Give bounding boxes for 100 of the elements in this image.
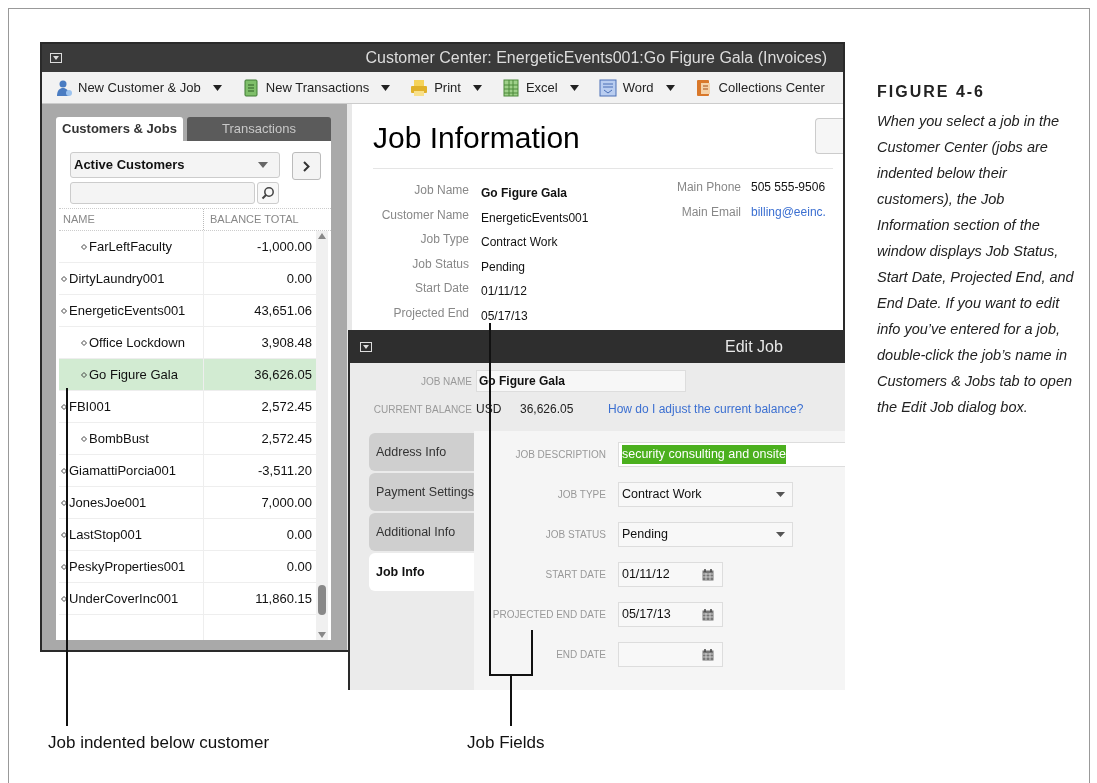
row-name: Go Figure Gala <box>89 365 178 384</box>
side-tab[interactable]: Payment Settings <box>369 473 474 511</box>
row-name: Office Lockdown <box>89 333 185 352</box>
search-button[interactable] <box>257 182 279 204</box>
bullet-icon <box>61 467 67 474</box>
field-label: Main Email <box>680 203 741 221</box>
field-label: CURRENT BALANCE <box>372 402 473 417</box>
list-row[interactable]: EnergeticEvents001 43,651.06 <box>59 295 316 327</box>
bullet-icon <box>61 403 67 410</box>
field-value: 505 555-9506 <box>751 179 826 196</box>
tab[interactable]: Transactions <box>186 117 331 141</box>
field-value: Go Figure Gala <box>481 185 568 202</box>
bullet-icon <box>61 499 67 506</box>
list-row[interactable]: JonesJoe001 7,000.00 <box>59 487 316 519</box>
chevron-right-icon <box>303 160 310 172</box>
help-link[interactable]: How do I adjust the current balance? <box>608 400 804 418</box>
calendar-icon <box>701 648 714 661</box>
figure-caption: When you select a job in the Customer Center (jobs are indented below their customers), the Job Information section of the window displays Job Status, Start Date, Projected End, and End Date. If you want to edit info you’ve entered for a job, double-click the job’s name in Customers & Jobs tab to open the Edit Job dialog box. <box>877 112 1075 417</box>
field-label: JOB NAME <box>419 374 473 389</box>
field-value: Contract Work <box>481 234 559 251</box>
bullet-icon <box>61 275 67 282</box>
toolbar-button[interactable]: New Transactions <box>237 74 395 101</box>
bullet-icon <box>61 531 67 538</box>
dropdown[interactable]: Contract Work <box>617 482 793 507</box>
toolbar-button[interactable]: Print <box>406 74 486 101</box>
window-title: Customer Center: EnergeticEvents001:Go Figure Gala (Invoices) <box>365 48 828 68</box>
row-name: BombBust <box>89 429 149 448</box>
search-icon <box>261 186 275 200</box>
row-name: EnergeticEvents001 <box>69 301 186 320</box>
toolbar-button[interactable]: Excel <box>497 74 583 101</box>
section-heading: Job Information <box>373 120 580 156</box>
toolbar-button[interactable]: New Customer & Job <box>50 74 226 101</box>
row-balance: 43,651.06 <box>254 301 312 320</box>
side-tab[interactable]: Address Info <box>369 433 474 471</box>
scrollbar[interactable] <box>316 231 328 640</box>
row-name: GiamattiPorcia001 <box>69 461 176 480</box>
field-label: Job Status <box>411 255 469 273</box>
field-label: PROJECTED END DATE <box>491 608 606 622</box>
list-row[interactable]: PeskyProperties001 0.00 <box>59 551 316 583</box>
caret-icon <box>258 162 268 168</box>
toolbar-button[interactable]: Word <box>594 74 679 101</box>
bullet-icon <box>81 243 87 250</box>
column-header[interactable]: BALANCE TOTAL <box>204 209 316 230</box>
list-row[interactable]: BombBust 2,572.45 <box>59 423 316 455</box>
row-name: UnderCoverInc001 <box>69 589 179 608</box>
filter-dropdown[interactable]: Active Customers <box>70 152 280 178</box>
row-balance: 0.00 <box>286 525 312 544</box>
list-row[interactable]: Office Lockdown 3,908.48 <box>59 327 316 359</box>
row-name: PeskyProperties001 <box>69 557 186 576</box>
people-icon <box>54 78 72 97</box>
row-balance: 7,000.00 <box>261 493 312 512</box>
search-field[interactable] <box>70 182 255 204</box>
window-menu-icon[interactable] <box>50 53 62 63</box>
window-menu-icon[interactable] <box>360 341 372 352</box>
field-value: EnergeticEvents001 <box>481 209 590 227</box>
book-icon <box>694 78 713 97</box>
caret-icon <box>775 532 785 537</box>
row-name: FBI001 <box>69 397 111 416</box>
calendar-icon <box>701 608 714 621</box>
expand-button[interactable] <box>292 152 321 180</box>
list-row[interactable]: UnderCoverInc001 11,860.15 <box>59 583 316 615</box>
list-row[interactable]: Go Figure Gala 36,626.05 <box>59 359 316 391</box>
side-tab[interactable]: Job Info <box>369 553 474 591</box>
side-tab[interactable]: Additional Info <box>369 513 474 551</box>
calendar-icon <box>701 568 714 581</box>
field-label: Job Type <box>419 231 469 248</box>
row-balance: 0.00 <box>286 557 312 576</box>
row-balance: 11,860.15 <box>255 589 312 608</box>
row-balance: 36,626.05 <box>254 365 312 384</box>
field-label: JOB STATUS <box>544 528 606 542</box>
date-field[interactable]: 05/17/13 <box>617 602 723 627</box>
scroll-down-icon[interactable] <box>318 632 326 638</box>
field-label: JOB DESCRIPTION <box>514 448 606 462</box>
list-row[interactable]: DirtyLaundry001 0.00 <box>59 263 316 295</box>
tab[interactable]: Customers & Jobs <box>56 117 183 141</box>
field-label: Job Name <box>413 182 469 199</box>
date-field[interactable] <box>617 642 723 667</box>
callout-label: Job Fields <box>467 732 545 754</box>
list-row[interactable]: LastStop001 0.00 <box>59 519 316 551</box>
row-balance: -3,511.20 <box>258 461 312 480</box>
dropdown[interactable]: Pending <box>617 522 793 547</box>
row-balance: 2,572.45 <box>261 429 312 448</box>
list-row[interactable]: FBI001 2,572.45 <box>59 391 316 423</box>
bullet-icon <box>81 371 87 378</box>
field-label: Main Phone <box>675 179 741 196</box>
field-label: Start Date <box>413 280 469 297</box>
list-row[interactable]: FarLeftFaculty -1,000.00 <box>59 231 316 263</box>
caret-icon <box>775 492 785 497</box>
toolbar-button[interactable]: Collections Center <box>690 74 829 101</box>
bullet-icon <box>61 563 67 570</box>
scroll-thumb[interactable] <box>318 585 326 615</box>
bullet-icon <box>61 307 67 314</box>
date-field[interactable]: 01/11/12 <box>617 562 723 587</box>
row-name: FarLeftFaculty <box>89 237 173 256</box>
list-row[interactable]: GiamattiPorcia001 -3,511.20 <box>59 455 316 487</box>
email-link[interactable]: billing@eeinc. <box>751 202 826 227</box>
scroll-up-icon[interactable] <box>318 233 326 239</box>
column-header[interactable]: NAME <box>59 209 204 230</box>
field-label: JOB TYPE <box>556 488 606 502</box>
figure-number: FIGURE 4-6 <box>877 82 986 102</box>
